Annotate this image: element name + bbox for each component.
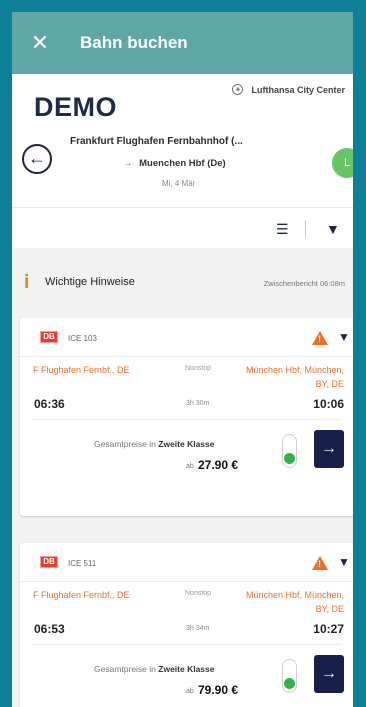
duration: 3h 34m xyxy=(186,625,210,632)
train-number: ICE 103 xyxy=(68,334,97,343)
price-label-prefix: Gesamtpreise in xyxy=(94,439,156,449)
results-list: i Wichtige Hinweise Zwischenbericht 06:0… xyxy=(12,248,353,707)
brand-bar: DEMO ⚹ Lufthansa City Center xyxy=(12,74,353,126)
departure-time: 06:36 xyxy=(34,397,65,411)
partner-name: Lufthansa City Center xyxy=(251,84,345,95)
chevron-down-icon[interactable]: ▼ xyxy=(338,555,350,569)
partner-mark-icon: ⚹ xyxy=(232,84,244,95)
departure-station: F Flughafen Fernbf., DE xyxy=(33,590,130,600)
route-to: → Muenchen Hbf (De) xyxy=(123,158,226,169)
divider xyxy=(32,419,342,420)
warning-mark: ! xyxy=(318,334,321,344)
arrival-station: München Hbf, München, BY, DE xyxy=(245,590,344,614)
price-from: ab xyxy=(186,463,194,470)
info-icon: i xyxy=(24,272,30,293)
db-logo-icon: DB xyxy=(40,331,58,343)
departure-time: 06:53 xyxy=(34,622,65,636)
arrival-time: 10:06 xyxy=(313,397,344,411)
db-logo-icon: DB xyxy=(40,556,58,568)
avatar[interactable]: L xyxy=(332,148,353,178)
route-from: Frankfurt Flughafen Fernbahnhof (... xyxy=(70,136,243,147)
price: 27.90 € xyxy=(198,458,239,472)
demo-logo: DEMO xyxy=(34,92,117,122)
arrival-station: München Hbf, München, BY, DE xyxy=(245,365,344,389)
close-icon[interactable]: ✕ xyxy=(12,30,68,56)
route-date: Mi, 4 Mär xyxy=(162,179,196,188)
price-from: ab xyxy=(186,688,194,695)
toggle-knob xyxy=(284,678,295,689)
class-toggle[interactable] xyxy=(282,659,297,693)
app-frame: ✕ Bahn buchen DEMO ⚹ Lufthansa City Cent… xyxy=(12,12,353,707)
arrival-time: 10:27 xyxy=(313,622,344,636)
route-header: ← Frankfurt Flughafen Fernbahnhof (... →… xyxy=(12,126,353,208)
duration: 3h 30m xyxy=(186,400,210,407)
price-label: Gesamtpreise in Zweite Klasse xyxy=(94,439,215,449)
warning-icon[interactable]: ! xyxy=(312,556,328,570)
connection-type: Nonstop xyxy=(185,590,212,597)
select-button[interactable]: → xyxy=(314,655,344,693)
connection-card[interactable]: DB ICE 103 ! ▼ F Flughafen Fernbf., DE N… xyxy=(20,318,353,516)
warning-icon[interactable]: ! xyxy=(312,331,328,345)
price-label-prefix: Gesamtpreise in xyxy=(94,664,156,674)
divider xyxy=(20,356,353,357)
sort-icon[interactable]: ☰ xyxy=(276,221,289,238)
warning-mark: ! xyxy=(318,559,321,569)
notice-text: Wichtige Hinweise xyxy=(45,276,135,288)
departure-station: F Flughafen Fernbf., DE xyxy=(33,365,130,375)
important-notice[interactable]: i Wichtige Hinweise Zwischenbericht 06:0… xyxy=(12,258,353,304)
connection-type: Nonstop xyxy=(185,365,212,372)
route-arrow-icon: → xyxy=(123,158,133,169)
price-label: Gesamtpreise in Zweite Klasse xyxy=(94,664,215,674)
divider xyxy=(32,644,342,645)
page-title: Bahn buchen xyxy=(80,33,188,52)
filter-row: ☰ ▼ xyxy=(12,208,353,248)
class-toggle[interactable] xyxy=(282,434,297,468)
train-number: ICE 511 xyxy=(68,559,97,568)
chevron-down-icon[interactable]: ▼ xyxy=(338,330,350,344)
price-label-class: Zweite Klasse xyxy=(158,439,215,449)
toggle-knob xyxy=(284,453,295,464)
notice-timestamp: Zwischenbericht 06:08m xyxy=(263,279,345,288)
filter-divider xyxy=(305,220,306,238)
filter-icon[interactable]: ▼ xyxy=(326,221,340,237)
route-to-label: Muenchen Hbf (De) xyxy=(139,158,226,169)
app-bar: ✕ Bahn buchen xyxy=(12,12,353,74)
price: 79.90 € xyxy=(198,683,239,697)
divider xyxy=(20,581,353,582)
connection-card[interactable]: DB ICE 511 ! ▼ F Flughafen Fernbf., DE N… xyxy=(20,543,353,707)
partner-logo: ⚹ Lufthansa City Center xyxy=(232,84,345,95)
back-button[interactable]: ← xyxy=(22,144,52,174)
price-label-class: Zweite Klasse xyxy=(158,664,215,674)
select-button[interactable]: → xyxy=(314,430,344,468)
